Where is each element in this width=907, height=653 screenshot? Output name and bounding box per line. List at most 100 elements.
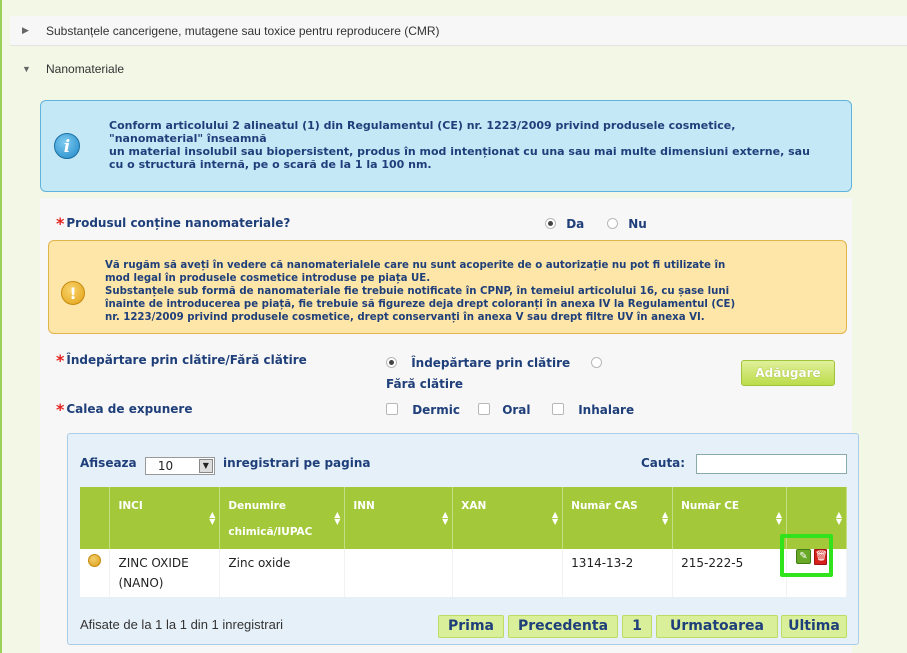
checkbox-oral-label: Oral bbox=[502, 403, 531, 417]
search-label: Cauta: bbox=[641, 456, 686, 470]
col-inci-label: INCI bbox=[118, 500, 143, 512]
radio-rinse-off-label: Îndepărtare prin clătire bbox=[411, 356, 571, 370]
checkbox-inhalation[interactable]: Inhalare bbox=[552, 403, 634, 417]
contains-nano-label-text: Produsul conține nanomateriale? bbox=[66, 216, 291, 230]
exposure-label: * Calea de expunere bbox=[56, 400, 192, 419]
page-1-button[interactable]: 1 bbox=[622, 615, 652, 638]
previous-page-button[interactable]: Precedenta bbox=[508, 615, 618, 638]
row-status bbox=[80, 549, 111, 597]
required-marker: * bbox=[56, 214, 65, 233]
checkbox-oral-box[interactable] bbox=[478, 403, 490, 415]
accordion-nanomaterials[interactable]: ▼ Nanomateriale bbox=[10, 54, 907, 84]
edit-icon[interactable]: ✎ bbox=[796, 549, 811, 564]
accordion-nano-title: Nanomateriale bbox=[46, 62, 125, 76]
radio-yes-label: Da bbox=[566, 217, 585, 231]
radio-yes-button[interactable] bbox=[545, 218, 556, 229]
checkbox-dermic-box[interactable] bbox=[386, 403, 398, 415]
checkbox-oral[interactable]: Oral bbox=[478, 403, 531, 417]
show-label: Afiseaza bbox=[80, 456, 137, 470]
col-cas[interactable]: Număr CAS ▲ ▼ bbox=[562, 487, 674, 549]
table-row[interactable]: ZINC OXIDE (NANO) Zinc oxide 1314-13-2 2… bbox=[80, 549, 847, 597]
last-page-button[interactable]: Ultima bbox=[781, 615, 847, 638]
sort-icon[interactable]: ▲ ▼ bbox=[776, 511, 782, 526]
warning-line-1: Vă rugăm să aveți în vedere că nanomater… bbox=[105, 260, 726, 271]
row-xan bbox=[452, 549, 564, 597]
row-inci-line-2: (NANO) bbox=[118, 576, 164, 590]
rinse-label-text: Îndepărtare prin clătire/Fără clătire bbox=[66, 353, 307, 367]
radio-no-button[interactable] bbox=[607, 218, 618, 229]
accordion-cmr[interactable]: ▶ Substanțele cancerigene, mutagene sau … bbox=[10, 16, 907, 46]
accordion-cmr-title: Substanțele cancerigene, mutagene sau to… bbox=[46, 23, 440, 38]
col-xan[interactable]: XAN ▲ ▼ bbox=[452, 487, 564, 549]
table-header-row: INCI ▲ ▼ Denumire chimică/IUPAC ▲ ▼ INN ▲ ▼… bbox=[80, 487, 847, 549]
sort-icon[interactable]: ▲ ▼ bbox=[836, 511, 842, 526]
per-page-label: inregistrari pe pagina bbox=[223, 456, 371, 470]
col-chem-label-1: Denumire bbox=[228, 500, 287, 512]
contains-nano-label: * Produsul conține nanomateriale? bbox=[56, 214, 290, 233]
col-inci[interactable]: INCI ▲ ▼ bbox=[109, 487, 221, 549]
col-actions[interactable]: ▲ ▼ bbox=[786, 487, 847, 549]
chevron-right-icon: ▶ bbox=[22, 25, 29, 35]
sort-icon[interactable]: ▲ ▼ bbox=[552, 511, 558, 526]
rinse-label: * Îndepărtare prin clătire/Fără clătire bbox=[56, 351, 307, 370]
sort-icon[interactable]: ▲ ▼ bbox=[209, 511, 215, 526]
row-inn bbox=[344, 549, 454, 597]
sort-icon[interactable]: ▲ ▼ bbox=[662, 511, 668, 526]
col-inn-label: INN bbox=[353, 500, 375, 512]
next-page-button[interactable]: Urmatoarea bbox=[656, 615, 778, 638]
warning-line-5: nr. 1223/2009 privind produsele cosmetic… bbox=[105, 312, 705, 323]
page-size-value: 10 bbox=[157, 459, 174, 473]
col-ce-label: Număr CE bbox=[681, 500, 740, 512]
checkbox-dermic-label: Dermic bbox=[412, 403, 460, 417]
required-marker: * bbox=[56, 351, 65, 370]
required-marker: * bbox=[56, 400, 65, 419]
col-status bbox=[80, 487, 111, 549]
radio-leave-on-label: Fără clătire bbox=[386, 377, 464, 391]
info-icon: i bbox=[54, 133, 80, 159]
chevron-down-icon[interactable]: ▼ bbox=[198, 459, 213, 473]
exposure-label-text: Calea de expunere bbox=[66, 402, 193, 416]
radio-rinse-off[interactable]: Îndepărtare prin clătire bbox=[386, 356, 570, 370]
warning-icon: ! bbox=[61, 281, 85, 305]
radio-no[interactable]: Nu bbox=[607, 217, 647, 231]
search-input[interactable] bbox=[696, 454, 847, 474]
table-info: Afisate de la 1 la 1 din 1 inregistrari bbox=[80, 617, 284, 632]
info-message: i Conform articolului 2 alineatul (1) di… bbox=[40, 100, 852, 192]
row-inci-line-1: ZINC OXIDE bbox=[118, 556, 189, 570]
checkbox-inhalation-box[interactable] bbox=[552, 403, 564, 415]
nanomaterials-table: INCI ▲ ▼ Denumire chimică/IUPAC ▲ ▼ INN ▲ ▼… bbox=[80, 487, 847, 597]
checkbox-dermic[interactable]: Dermic bbox=[386, 403, 460, 417]
checkbox-inhalation-label: Inhalare bbox=[578, 403, 635, 417]
delete-icon[interactable]: 🗑 bbox=[814, 549, 828, 565]
col-cas-label: Număr CAS bbox=[571, 500, 638, 512]
row-cas: 1314-13-2 bbox=[562, 549, 674, 597]
warning-line-3: Substanțele sub formă de nanomateriale f… bbox=[105, 286, 730, 297]
col-chem-label-2: chimică/IUPAC bbox=[228, 526, 313, 538]
first-page-button[interactable]: Prima bbox=[438, 615, 504, 638]
warning-line-2: mod legal în produsele cosmetice introdu… bbox=[105, 273, 431, 284]
col-xan-label: XAN bbox=[461, 500, 487, 512]
page-size-select[interactable]: 10 ▼ bbox=[144, 457, 215, 475]
radio-yes[interactable]: Da bbox=[545, 217, 584, 231]
sort-icon[interactable]: ▲ ▼ bbox=[334, 511, 340, 526]
warning-line-4: înainte de introducerea pe piață, fie tr… bbox=[105, 299, 736, 310]
info-line-4: cu o structură internă, pe o scară de la… bbox=[109, 158, 432, 171]
row-chem: Zinc oxide bbox=[219, 549, 346, 597]
warning-icon bbox=[88, 554, 101, 567]
radio-rinse-off-button[interactable] bbox=[386, 357, 397, 368]
info-line-2: "nanomaterial" înseamnă bbox=[109, 132, 267, 145]
radio-no-label: Nu bbox=[628, 217, 647, 231]
info-line-1: Conform articolului 2 alineatul (1) din … bbox=[109, 119, 736, 132]
chevron-down-icon: ▼ bbox=[22, 64, 31, 74]
row-inci: ZINC OXIDE (NANO) bbox=[109, 549, 221, 597]
col-chem[interactable]: Denumire chimică/IUPAC ▲ ▼ bbox=[219, 487, 346, 549]
add-button[interactable]: Adăugare bbox=[741, 360, 835, 386]
info-line-3: un material insolubil sau biopersistent,… bbox=[109, 145, 810, 158]
col-ce[interactable]: Număr CE ▲ ▼ bbox=[672, 487, 788, 549]
sort-icon[interactable]: ▲ ▼ bbox=[442, 511, 448, 526]
radio-leave-on-button[interactable] bbox=[591, 357, 602, 368]
page-length-control: Afiseaza 10 ▼ inregistrari pe pagina bbox=[80, 456, 371, 475]
col-inn[interactable]: INN ▲ ▼ bbox=[344, 487, 454, 549]
warning-message: ! Vă rugăm să aveți în vedere că nanomat… bbox=[48, 240, 847, 334]
row-ce: 215-222-5 bbox=[672, 549, 788, 597]
